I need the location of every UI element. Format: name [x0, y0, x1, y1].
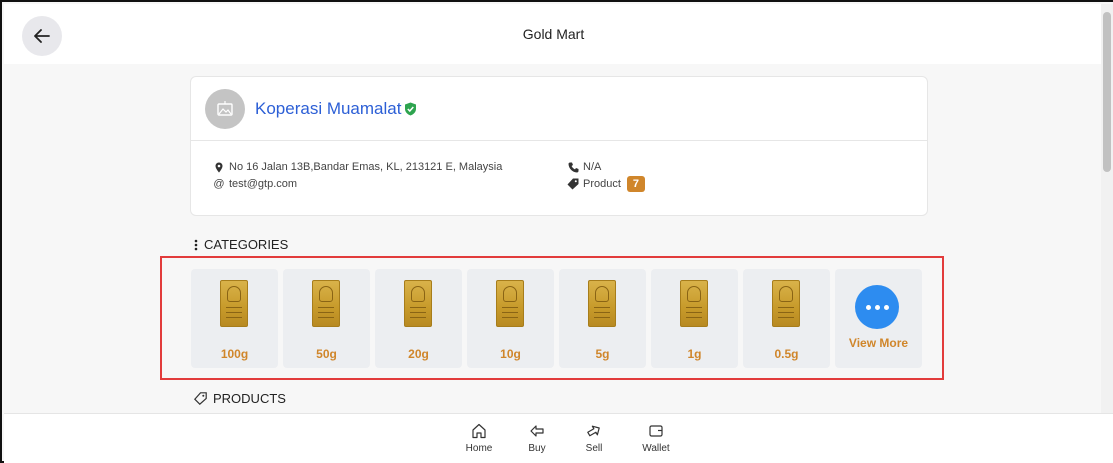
buy-icon	[512, 423, 562, 441]
gold-bar-icon	[772, 280, 800, 327]
gold-bar-icon	[680, 280, 708, 327]
address-row: No 16 Jalan 13B,Bandar Emas, KL, 213121 …	[213, 161, 502, 173]
store-phone: N/A	[583, 161, 602, 173]
bottom-nav: Home Buy Sell Wallet	[4, 413, 1113, 463]
nav-home[interactable]: Home	[454, 423, 504, 454]
nav-sell[interactable]: Sell	[569, 423, 619, 454]
store-address: No 16 Jalan 13B,Bandar Emas, KL, 213121 …	[229, 161, 503, 173]
phone-icon	[567, 162, 579, 173]
gold-bar-icon	[496, 280, 524, 327]
email-row: @ test@gtp.com	[213, 178, 297, 190]
nav-wallet[interactable]: Wallet	[631, 423, 681, 454]
category-item-20g[interactable]: 20g	[375, 269, 462, 368]
gold-bar-icon	[312, 280, 340, 327]
products-label: PRODUCTS	[213, 391, 286, 406]
category-label: 50g	[316, 347, 337, 361]
category-item-1g[interactable]: 1g	[651, 269, 738, 368]
view-more-label: View More	[848, 336, 909, 350]
category-item-5g[interactable]: 5g	[559, 269, 646, 368]
gold-bar-icon	[220, 280, 248, 327]
nav-buy-label: Buy	[528, 443, 546, 454]
categories-heading: CATEGORIES	[194, 237, 288, 252]
avatar	[205, 88, 245, 129]
categories-label: CATEGORIES	[204, 237, 289, 252]
gold-bar-icon	[588, 280, 616, 327]
map-pin-icon	[213, 162, 225, 173]
tag-icon	[567, 178, 579, 190]
main-content: Koperasi Muamalat No 16 Jalan 13B,Bandar…	[4, 64, 1103, 413]
more-dots-icon	[855, 285, 899, 329]
category-item-0-5g[interactable]: 0.5g	[743, 269, 830, 368]
top-bar: Gold Mart	[4, 4, 1103, 64]
home-icon	[454, 423, 504, 441]
verified-shield-icon	[404, 102, 417, 116]
app-frame: Gold Mart Koperasi Muamalat No 16 Jalan …	[0, 0, 1113, 463]
category-label: 5g	[595, 347, 610, 361]
products-heading: PRODUCTS	[194, 391, 286, 406]
product-label: Product	[583, 178, 621, 190]
page-title: Gold Mart	[522, 26, 585, 42]
product-count-badge: 7	[626, 176, 646, 192]
scrollbar[interactable]	[1101, 4, 1113, 413]
tag-outline-icon	[194, 392, 207, 405]
category-label: 100g	[220, 347, 249, 361]
product-row: Product 7	[567, 176, 646, 192]
scrollbar-thumb[interactable]	[1103, 12, 1111, 172]
category-label: 10g	[500, 347, 521, 361]
sell-icon	[569, 423, 619, 441]
category-item-50g[interactable]: 50g	[283, 269, 370, 368]
image-placeholder-icon	[217, 100, 233, 116]
store-header: Koperasi Muamalat	[191, 77, 927, 141]
vertical-dots-icon	[194, 239, 198, 251]
store-info: No 16 Jalan 13B,Bandar Emas, KL, 213121 …	[191, 141, 927, 215]
category-label: 1g	[687, 347, 702, 361]
category-item-10g[interactable]: 10g	[467, 269, 554, 368]
category-label: 0.5g	[774, 347, 799, 361]
phone-row: N/A	[567, 161, 601, 173]
at-icon: @	[213, 178, 225, 190]
category-item-100g[interactable]: 100g	[191, 269, 278, 368]
nav-home-label: Home	[465, 443, 493, 454]
nav-sell-label: Sell	[585, 443, 603, 454]
nav-buy[interactable]: Buy	[512, 423, 562, 454]
store-card: Koperasi Muamalat No 16 Jalan 13B,Bandar…	[190, 76, 928, 216]
store-name[interactable]: Koperasi Muamalat	[255, 99, 401, 119]
category-label: 20g	[408, 347, 429, 361]
store-email: test@gtp.com	[229, 178, 298, 190]
wallet-icon	[631, 423, 681, 441]
gold-bar-icon	[404, 280, 432, 327]
categories-list: 100g 50g 20g 10g 5g 1g 0.5g View More	[160, 256, 944, 380]
view-more-button[interactable]: View More	[835, 269, 922, 368]
nav-wallet-label: Wallet	[642, 443, 670, 454]
